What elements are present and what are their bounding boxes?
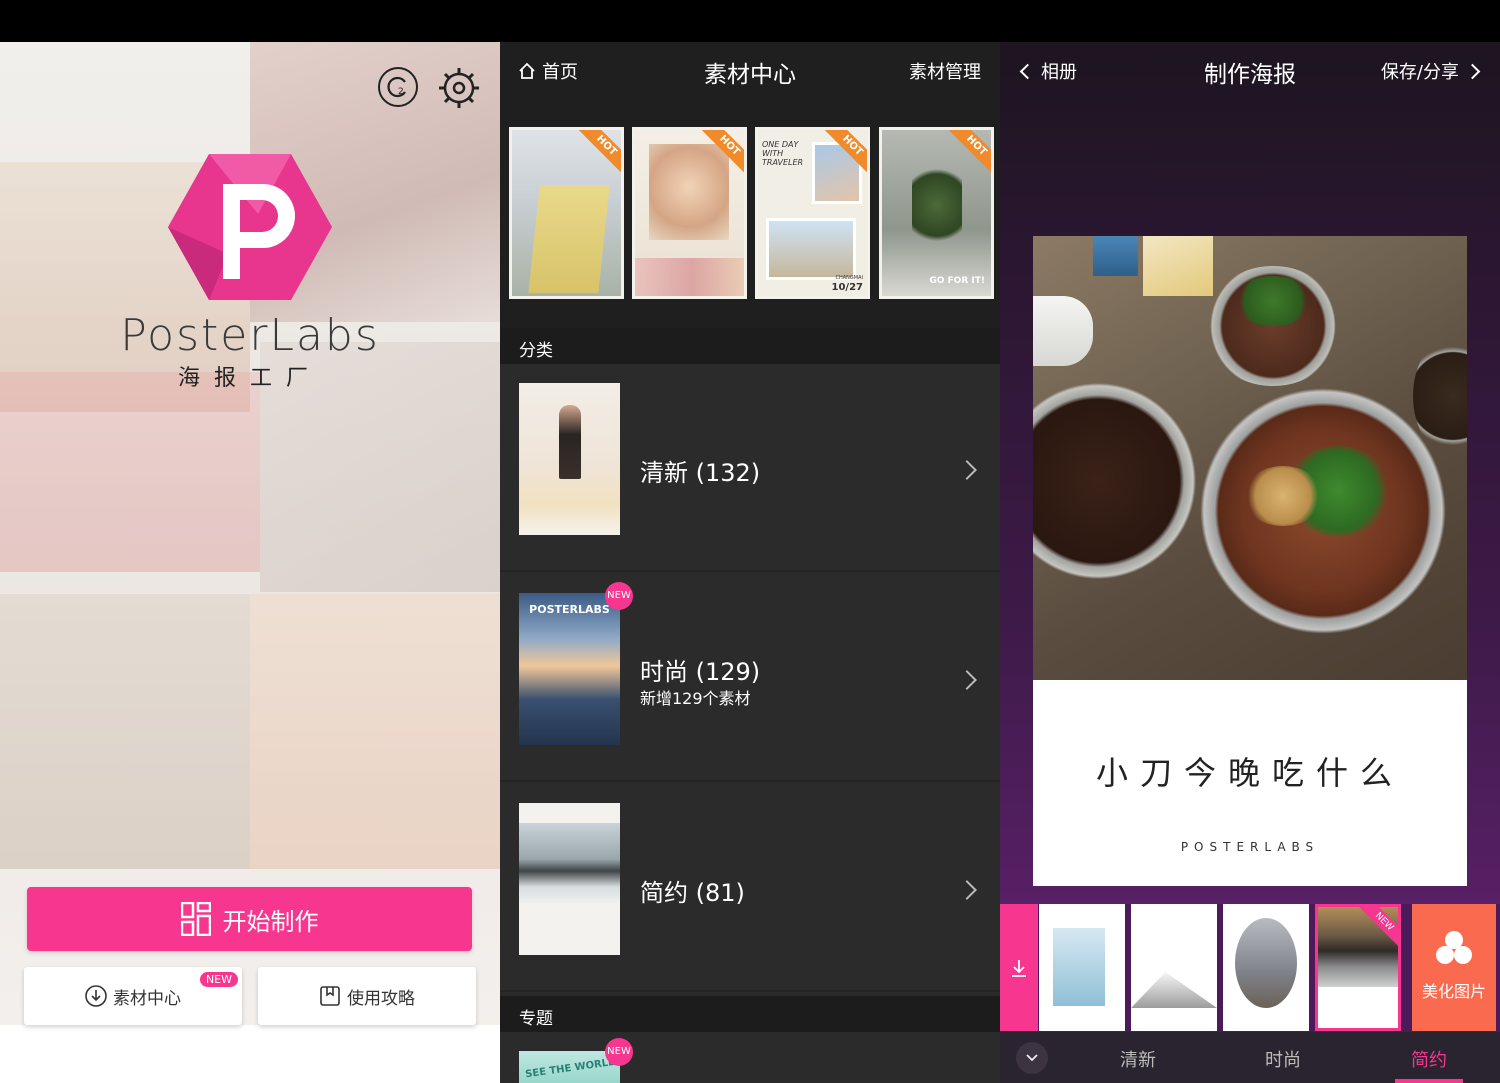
download-icon: [1012, 959, 1026, 977]
chevron-right-icon: [957, 460, 977, 480]
download-circle-icon: [85, 985, 107, 1007]
herb-garnish: [1233, 276, 1313, 326]
gear-icon: [439, 68, 479, 108]
topic-thumb-text: SEE THE WORLD: [524, 1056, 618, 1081]
category-name: 清新 (132): [640, 459, 761, 487]
noodles: [1243, 466, 1323, 526]
category-item-fresh[interactable]: 清新 (132): [500, 364, 1000, 572]
material-center-label: 素材中心: [113, 988, 181, 1009]
template-item-selected[interactable]: NEW: [1315, 904, 1401, 1031]
poster-title: POSTERLABS: [529, 603, 610, 616]
brand-name-cn: 海报工厂: [177, 366, 322, 391]
start-create-button[interactable]: 开始制作: [27, 887, 472, 951]
hot-template-item[interactable]: HOT: [509, 127, 624, 299]
settings-button[interactable]: [437, 66, 481, 110]
save-share-label: 保存/分享: [1380, 62, 1459, 83]
white-cup: [1033, 296, 1093, 366]
make-poster-screen: 相册 制作海报 保存/分享 小刀今晚吃什么 POSTERLABS NEW 美化图…: [1000, 42, 1500, 1083]
category-name: 简约 (81): [640, 879, 745, 907]
photo-tile: [766, 218, 856, 280]
paper-box: [1143, 236, 1213, 296]
start-create-label: 开始制作: [222, 907, 319, 936]
template-item[interactable]: [1039, 904, 1125, 1031]
jar: [1093, 236, 1138, 276]
status-bar: [0, 0, 1500, 42]
poster-one-day-with-traveler-thumbnail: ONE DAY WITH TRAVELER: [762, 140, 804, 167]
collapse-button[interactable]: [1016, 1042, 1048, 1074]
style-tab-bar: 清新 时尚 简约: [1000, 1032, 1500, 1083]
category-subtitle: 新增129个素材: [640, 689, 751, 708]
beautify-photo-button[interactable]: 美化图片: [1412, 904, 1496, 1031]
save-share-button[interactable]: 保存/分享: [1380, 58, 1481, 84]
home-screen: 2 PosterLabs 海报工厂 开始制作 素材中心 NEW 使用攻略: [0, 42, 500, 1083]
topic-item[interactable]: SEE THE WORLD NEW: [500, 1032, 1000, 1083]
poster-watermark: POSTERLABS: [1180, 840, 1320, 854]
poster-canvas[interactable]: 小刀今晚吃什么 POSTERLABS: [1033, 236, 1467, 886]
chevron-down-icon: [1026, 1054, 1038, 1062]
food-photo[interactable]: [1033, 236, 1467, 680]
layout-grid-icon: [180, 902, 211, 936]
poster-street-thumbnail: [528, 185, 610, 293]
new-badge: NEW: [605, 582, 633, 610]
poster-girl-hat-thumbnail: [649, 144, 729, 240]
poster-caption[interactable]: 小刀今晚吃什么: [1033, 748, 1467, 794]
header-bar: 首页 素材中心 素材管理: [500, 42, 1000, 100]
tab-fashion[interactable]: 时尚: [1265, 1046, 1301, 1072]
category-thumbnail: POSTERLABS: [519, 593, 620, 745]
poster-plant-go-for-it-thumbnail: [912, 160, 962, 250]
manage-materials-button[interactable]: 素材管理: [909, 58, 981, 84]
category-item-simple[interactable]: 简约 (81): [500, 784, 1000, 992]
feedback-button[interactable]: 2: [378, 67, 418, 107]
flowers-decoration: [635, 258, 744, 296]
beautify-label: 美化图片: [1421, 982, 1486, 1001]
brand-name-en: PosterLabs: [120, 310, 380, 361]
category-header: 分类: [500, 328, 1000, 364]
hot-templates-row: HOT HOT ONE DAY WITH TRAVELER 10/27 CHAN…: [500, 100, 1000, 328]
category-thumbnail: [519, 383, 620, 535]
place-label: CHANGMAI: [835, 275, 864, 281]
category-item-fashion[interactable]: POSTERLABS NEW 时尚 (129) 新增129个素材: [500, 574, 1000, 782]
chevron-right-icon: [957, 670, 977, 690]
download-templates-button[interactable]: [1000, 904, 1038, 1031]
template-item[interactable]: [1131, 904, 1217, 1031]
new-badge: NEW: [199, 972, 238, 987]
category-thumbnail: [519, 803, 620, 955]
hot-template-item[interactable]: ONE DAY WITH TRAVELER 10/27 CHANGMAI HOT: [755, 127, 870, 299]
chevron-right-icon: [957, 880, 977, 900]
template-item[interactable]: [1223, 904, 1309, 1031]
new-badge: NEW: [605, 1038, 633, 1066]
hot-badge: HOT: [577, 130, 621, 175]
template-thumbnail: [1235, 918, 1297, 1008]
background-photo: [0, 372, 260, 572]
figure-decoration: [559, 405, 581, 479]
topic-header: 专题: [500, 996, 1000, 1032]
posterlabs-logo: [168, 154, 332, 300]
go-for-it-label: GO FOR IT!: [929, 276, 985, 286]
template-thumbnail: [1053, 928, 1105, 1006]
beautify-icon: [1436, 931, 1472, 964]
background-photo: [250, 594, 500, 869]
date-label: 10/27: [831, 282, 863, 293]
user-guide-label: 使用攻略: [347, 988, 415, 1009]
bookmark-icon: [320, 986, 340, 1006]
c2-icon: 2: [387, 76, 406, 98]
svg-text:2: 2: [398, 87, 404, 97]
material-center-button[interactable]: 素材中心 NEW: [24, 967, 242, 1025]
user-guide-button[interactable]: 使用攻略: [258, 967, 476, 1025]
sea-rock-image: [519, 823, 620, 903]
hot-template-item[interactable]: HOT: [632, 127, 747, 299]
active-tab-indicator: [1395, 1079, 1463, 1083]
tab-fresh[interactable]: 清新: [1120, 1046, 1156, 1072]
bottom-area: [0, 1025, 500, 1083]
tab-simple[interactable]: 简约: [1411, 1046, 1447, 1072]
template-thumbnail: [1131, 972, 1217, 1008]
header-bar: 相册 制作海报 保存/分享: [1000, 42, 1500, 100]
chevron-right-icon: [1464, 63, 1481, 79]
hot-template-item[interactable]: GO FOR IT! HOT: [879, 127, 994, 299]
background-photo: [0, 594, 250, 869]
material-center-screen: 首页 素材中心 素材管理 HOT HOT ONE DAY WITH TRAVEL…: [500, 42, 1000, 1083]
category-name: 时尚 (129): [640, 658, 761, 686]
